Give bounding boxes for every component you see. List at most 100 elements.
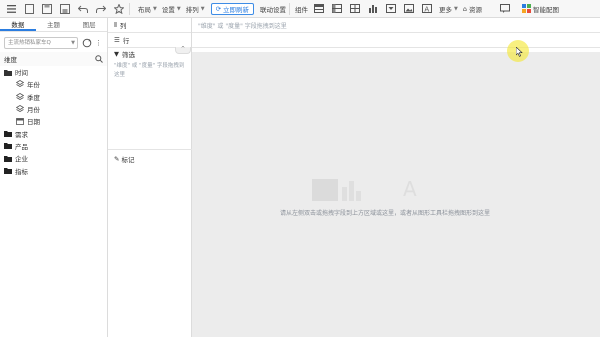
refresh-dataset-icon[interactable] <box>82 38 92 48</box>
row-drop-zone[interactable] <box>192 33 600 48</box>
tree-item[interactable]: 时间 <box>4 66 107 78</box>
settings-menu-label: 设置 <box>161 5 175 14</box>
hierarchy-icon <box>16 92 24 101</box>
folder-icon <box>4 154 12 162</box>
tree-item[interactable]: 指标 <box>4 164 107 176</box>
report-canvas[interactable]: A 请从左侧双击或拖拽字段到上方区域或这里，或者从图形工具栏拖拽图形到这里 <box>192 52 600 337</box>
freestyle-table-icon[interactable] <box>348 2 362 16</box>
tree-item[interactable]: 季度 <box>16 91 107 103</box>
folder-icon <box>4 167 12 175</box>
arrange-menu-label: 排列 <box>185 5 199 14</box>
tree-item-label: 月份 <box>27 106 40 115</box>
layout-menu[interactable]: 布局 ▼ <box>138 4 157 14</box>
settings-menu[interactable]: 设置 ▼ <box>162 4 181 14</box>
more-menu[interactable]: 更多 ▼ <box>439 4 458 14</box>
chevron-up-icon: ^ <box>180 46 186 52</box>
column-shelf-label: ⦀ 列 <box>108 18 191 33</box>
collapse-toggle[interactable]: ^ <box>175 47 191 54</box>
filter-drop-zone[interactable]: "维度" 或 "度量" 字段拖拽到这里 <box>108 60 191 82</box>
mouse-pointer-icon <box>516 47 523 57</box>
hierarchy-icon <box>16 105 24 113</box>
tree-item[interactable]: 日期 <box>16 115 107 127</box>
row-label: 行 <box>122 37 130 45</box>
refresh-icon: ⟳ <box>215 4 222 13</box>
chat-icon[interactable] <box>498 2 512 16</box>
menu-icon[interactable] <box>4 2 18 16</box>
dimension-tree: 时间年份 季度月份日期 需求产品企业指标 <box>0 66 107 177</box>
tree-item[interactable]: 年份 <box>16 78 107 90</box>
mark-label: 标记 <box>121 156 135 164</box>
data-panel: 数据 主题 图层 主流热销私家车Q ▼ ⋮ 维度 时间年份 季度月份日期 需求产品企… <box>0 18 108 337</box>
column-label: 列 <box>119 22 127 30</box>
tree-item[interactable]: 需求 <box>4 127 107 139</box>
filter-component-icon[interactable] <box>384 2 398 16</box>
pin-icon: ✎ <box>114 155 120 163</box>
new-file-icon[interactable] <box>22 2 36 16</box>
more-menu-label: 更多 <box>439 5 453 14</box>
image-icon[interactable] <box>402 2 416 16</box>
canvas-hint: 请从左侧双击或拖拽字段到上方区域或这里，或者从图形工具栏拖拽图形到这里 <box>280 210 491 217</box>
shelves: "维度" 或 "度量" 字段拖拽到这里 <box>192 18 600 48</box>
home-icon: ⌂ <box>462 4 468 13</box>
layout-menu-label: 布局 <box>138 5 151 14</box>
svg-text:A: A <box>424 5 429 13</box>
favorite-star-icon[interactable] <box>112 2 126 16</box>
folder-icon <box>4 130 12 138</box>
columns-icon: ⦀ <box>114 20 117 29</box>
text-component-icon[interactable]: A <box>420 2 434 16</box>
folder-open-icon <box>4 68 12 76</box>
dataset-selector-value: 主流热销私家车Q <box>8 40 51 46</box>
component-label: 组件 <box>295 5 309 14</box>
dataset-selector[interactable]: 主流热销私家车Q ▼ <box>4 37 78 49</box>
refresh-now-button[interactable]: ⟳ 立即刷新 <box>210 2 255 15</box>
dimension-header: 维度 <box>0 52 107 66</box>
tree-item-label: 产品 <box>15 142 28 151</box>
tab-theme[interactable]: 主题 <box>36 18 72 31</box>
tree-item-label: 指标 <box>15 167 28 176</box>
resource-menu-label: 资源 <box>469 5 483 14</box>
resource-menu[interactable]: ⌂ 资源 <box>463 4 482 14</box>
bar-chart-icon[interactable] <box>366 2 380 16</box>
placeholder-bar <box>356 191 361 201</box>
hierarchy-icon <box>16 80 24 88</box>
column-drop-zone[interactable]: "维度" 或 "度量" 字段拖拽到这里 <box>192 18 600 33</box>
undo-icon[interactable] <box>76 2 90 16</box>
tab-data[interactable]: 数据 <box>0 18 36 31</box>
placeholder-box <box>312 179 338 201</box>
save-as-icon[interactable] <box>58 2 72 16</box>
redo-icon[interactable] <box>94 2 108 16</box>
smart-layout-button[interactable]: 智能配图 <box>522 4 559 14</box>
search-icon[interactable] <box>95 55 103 63</box>
toolbar: 布局 ▼ 设置 ▼ 排列 ▼ ⟳ 立即刷新 联动设置 组件 A 更多 ▼ ⌂ 资源 智能… <box>0 0 600 18</box>
more-options-icon[interactable]: ⋮ <box>95 39 102 47</box>
tree-item[interactable]: 企业 <box>4 152 107 164</box>
toolbar-divider <box>129 2 130 15</box>
crosstab-icon[interactable] <box>330 2 344 16</box>
table-icon[interactable] <box>312 2 326 16</box>
link-settings-button[interactable]: 联动设置 <box>260 4 286 14</box>
divider <box>108 149 192 150</box>
placeholder-letter: A <box>403 177 417 201</box>
tree-item-label: 企业 <box>15 155 28 164</box>
tree-item-label: 日期 <box>27 118 40 127</box>
chevron-down-icon: ▼ <box>200 5 205 12</box>
row-shelf-label: ☰ 行 <box>108 33 191 48</box>
chevron-down-icon: ▼ <box>153 5 157 12</box>
tab-layers[interactable]: 图层 <box>71 18 107 31</box>
smart-layout-icon <box>522 4 532 13</box>
tree-item[interactable]: 月份 <box>16 103 107 115</box>
calendar-icon <box>16 117 24 126</box>
dataset-selector-row: 主流热销私家车Q ▼ ⋮ <box>0 32 107 52</box>
tree-item[interactable]: 产品 <box>4 140 107 152</box>
folder-icon <box>4 142 12 150</box>
placeholder-bar <box>349 181 354 201</box>
arrange-menu[interactable]: 排列 ▼ <box>186 4 205 14</box>
placeholder-graphic: A <box>312 177 417 201</box>
save-icon[interactable] <box>40 2 54 16</box>
rows-icon: ☰ <box>114 36 120 44</box>
mark-label-row: ✎ 标记 <box>114 154 134 164</box>
dimension-header-label: 维度 <box>4 56 17 64</box>
tree-item-label: 年份 <box>27 81 40 90</box>
smart-layout-label: 智能配图 <box>533 5 560 14</box>
shelf-column: ⦀ 列 ☰ 行 ▼ 筛选 "维度" 或 "度量" 字段拖拽到这里 ✎ 标记 <box>108 18 192 337</box>
